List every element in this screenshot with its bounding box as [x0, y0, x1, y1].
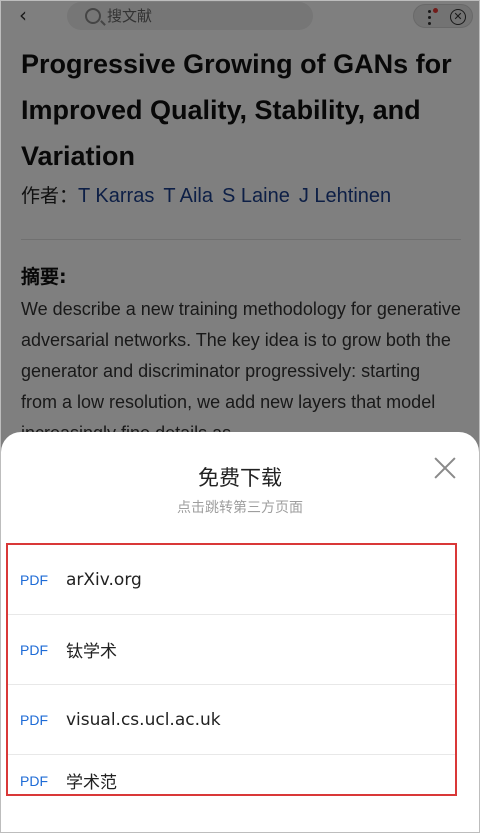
pdf-badge: PDF [20, 711, 48, 728]
sheet-subtitle: 点击跳转第三方页面 [177, 500, 303, 516]
source-item-ucl[interactable]: PDF visual.cs.ucl.ac.uk [8, 685, 455, 755]
source-item-xueshufan[interactable]: PDF 学术范 [8, 755, 455, 794]
source-list: PDF arXiv.org PDF 钛学术 PDF visual.cs.ucl.… [6, 543, 457, 796]
app-window: ‹ ✕ Progressive Growing of GANs for Impr… [0, 0, 480, 833]
download-sheet: 免费下载 点击跳转第三方页面 PDF arXiv.org PDF 钛学术 PDF… [1, 432, 479, 832]
pdf-badge: PDF [20, 641, 48, 658]
source-name: 钛学术 [66, 642, 117, 662]
sheet-title: 免费下载 [198, 466, 282, 490]
source-item-arxiv[interactable]: PDF arXiv.org [8, 545, 455, 615]
source-name: arXiv.org [66, 569, 142, 590]
close-icon[interactable] [431, 454, 459, 482]
pdf-badge: PDF [20, 571, 48, 588]
source-name: 学术范 [66, 773, 117, 793]
source-name: visual.cs.ucl.ac.uk [66, 709, 221, 730]
source-item-taixueshu[interactable]: PDF 钛学术 [8, 615, 455, 685]
pdf-badge: PDF [20, 772, 48, 789]
